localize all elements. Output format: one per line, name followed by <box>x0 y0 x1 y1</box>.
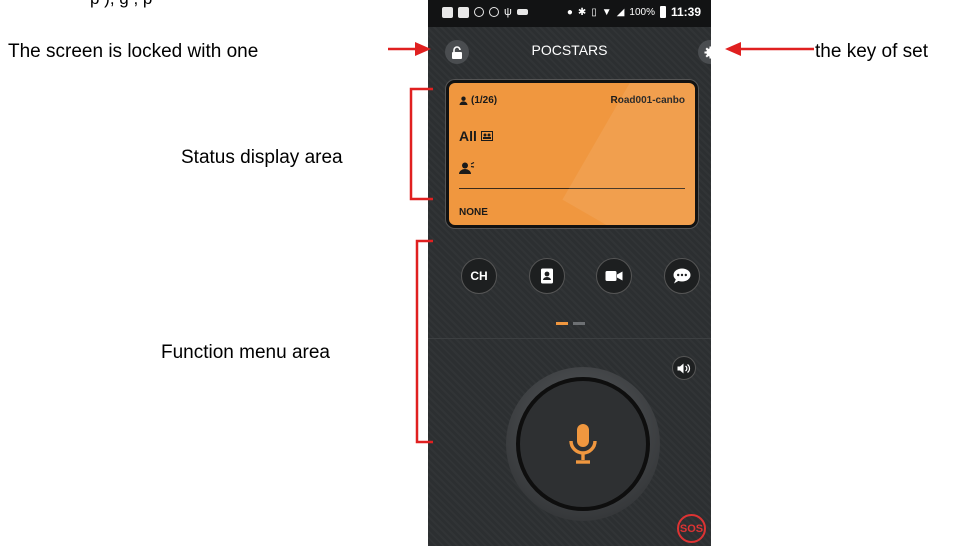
function-area-bracket <box>415 239 433 444</box>
annotation-arrows <box>388 42 814 444</box>
settings-arrow <box>725 42 814 56</box>
status-area-bracket <box>409 87 433 201</box>
lock-arrow <box>388 42 431 56</box>
